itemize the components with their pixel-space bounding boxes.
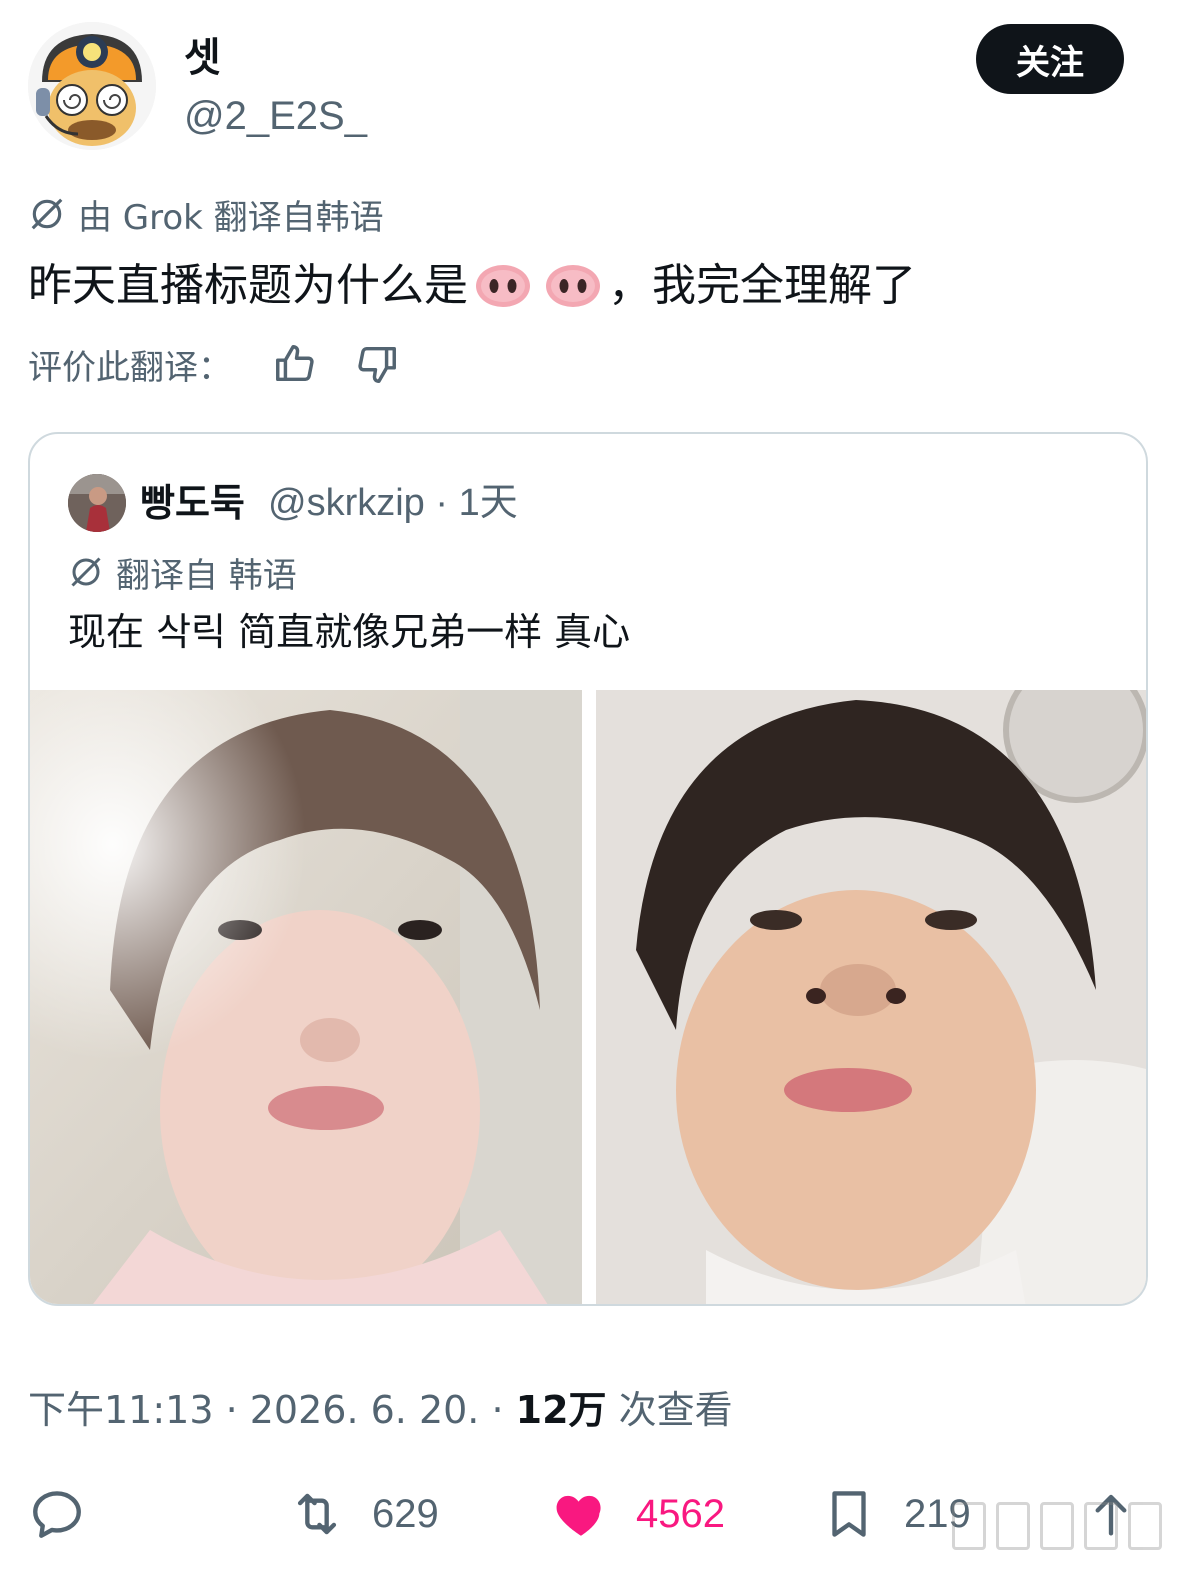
quote-handle-time[interactable]: @skrkzip · 1天: [268, 480, 518, 526]
reply-icon: [33, 1491, 81, 1538]
quote-tweet-card[interactable]: 빵도둑 @skrkzip · 1天 翻译自 韩语 现在 삭릭 简直就像兄弟一样 …: [28, 432, 1148, 1306]
translate-icon: [71, 557, 101, 587]
pig-nose-icon: [546, 265, 600, 307]
watermark-glyph: [952, 1502, 986, 1550]
like-count: 4562: [636, 1491, 725, 1536]
selfie-photo-1: [30, 690, 582, 1304]
bookmark-icon: [832, 1491, 866, 1537]
quote-translation-label: 翻译自 韩语: [68, 550, 297, 596]
thumbs-up-icon[interactable]: [272, 341, 318, 387]
tweet-text: 昨天直播标题为什么是 ，我完全理解了: [28, 256, 916, 316]
tweet-meta: 下午11:13 · 2026. 6. 20. · 12万 次查看: [28, 1386, 733, 1434]
quote-translation-text: 翻译自 韩语: [116, 555, 297, 596]
quote-display-name[interactable]: 빵도둑: [140, 480, 245, 526]
rate-translation-row: 评价此翻译：: [28, 340, 400, 388]
bookmark-button[interactable]: 219: [820, 1478, 971, 1550]
selfie-photo-2: [596, 690, 1146, 1304]
quote-photo-right[interactable]: [596, 690, 1146, 1304]
author-handle[interactable]: @2_E2S_: [184, 92, 367, 140]
views-count: 12万: [515, 1388, 607, 1432]
reply-button[interactable]: [28, 1478, 86, 1550]
retweet-button[interactable]: 629: [288, 1478, 439, 1550]
quote-avatar[interactable]: [68, 474, 126, 532]
avatar[interactable]: [28, 22, 156, 150]
retweet-icon: [297, 1493, 337, 1535]
watermark-glyph: [1128, 1502, 1162, 1550]
thumbs-down-icon[interactable]: [354, 341, 400, 387]
avatar-cartoon-icon: [28, 22, 156, 150]
like-button[interactable]: 4562: [552, 1478, 725, 1550]
translation-label-text: 由 Grok 翻译自韩语: [78, 197, 384, 238]
rate-label: 评价此翻译：: [28, 347, 232, 388]
watermark-glyph: [996, 1502, 1030, 1550]
quote-avatar-photo: [68, 474, 126, 532]
views-label: 次查看: [606, 1388, 733, 1432]
quote-text: 现在 삭릭 简直就像兄弟一样 真心: [68, 610, 631, 654]
follow-button[interactable]: 关注: [976, 24, 1124, 94]
author-display-name[interactable]: 셋: [184, 34, 221, 82]
watermark-glyph: [1040, 1502, 1074, 1550]
pig-nose-icon: [476, 265, 530, 307]
tweet-text-before: 昨天直播标题为什么是: [28, 260, 468, 311]
grok-translation-label[interactable]: 由 Grok 翻译自韩语: [28, 192, 384, 238]
quote-photo-left[interactable]: [30, 690, 582, 1304]
watermark-glyph: [1084, 1502, 1118, 1550]
grok-icon: [31, 198, 63, 230]
watermark-logo: [952, 1502, 1172, 1558]
heart-icon: [556, 1495, 601, 1536]
tweet-timestamp[interactable]: 下午11:13 · 2026. 6. 20. ·: [28, 1388, 516, 1432]
retweet-count: 629: [372, 1491, 439, 1536]
tweet-text-after: ，我完全理解了: [608, 260, 916, 311]
